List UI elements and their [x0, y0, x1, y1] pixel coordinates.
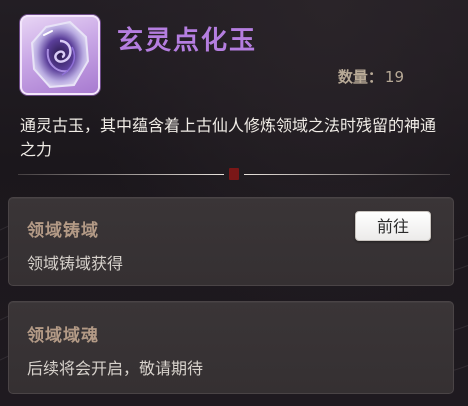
divider-line-right [244, 174, 450, 175]
item-name: 玄灵点化玉 [117, 26, 258, 56]
quantity-label: 数量： [337, 68, 383, 86]
item-description: 通灵古玉，其中蕴含着上古仙人修炼领域之法时残留的神通之力 [20, 116, 437, 159]
seal-ornament-icon [229, 168, 239, 180]
source-description: 领域铸域获得 [27, 254, 124, 273]
purple-jade-stone-icon [20, 15, 100, 95]
source-card-domain-soul: 领域域魂 后续将会开启，敬请期待 [8, 301, 454, 394]
quantity-value: 19 [384, 68, 404, 86]
source-description: 后续将会开启，敬请期待 [27, 359, 204, 378]
item-detail-panel: 玄灵点化玉 数量： 19 通灵古玉，其中蕴含着上古仙人修炼领域之法时残留的神通之力… [0, 0, 468, 406]
divider [18, 168, 450, 180]
go-button[interactable]: 前往 [355, 211, 431, 241]
source-card-domain-forge: 领域铸域 前往 领域铸域获得 [8, 197, 454, 286]
item-quantity: 数量： 19 [338, 66, 404, 87]
source-title: 领域域魂 [27, 326, 99, 346]
divider-line-left [18, 174, 224, 175]
source-title: 领域铸域 [27, 221, 99, 241]
